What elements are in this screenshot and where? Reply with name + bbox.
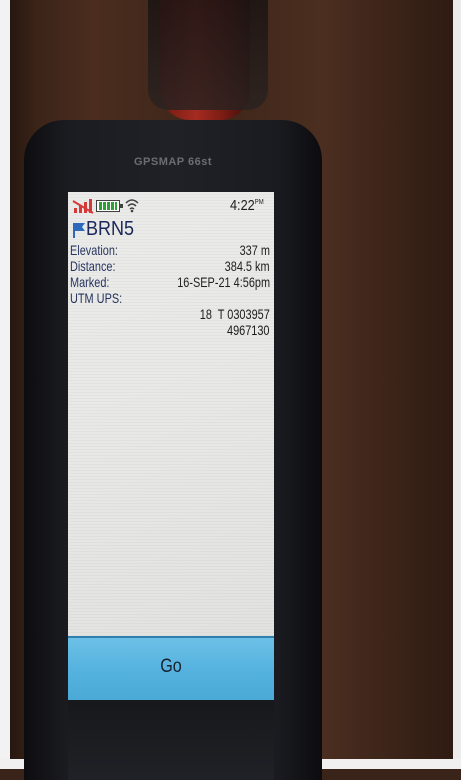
distance-value: 384.5 km	[225, 258, 270, 274]
utm-line-1: 18 T 0303957	[70, 306, 270, 322]
no-signal-icon	[72, 199, 94, 214]
marked-value: 16-SEP-21 4:56pm	[177, 274, 270, 290]
clock-time: 4:22	[230, 197, 256, 214]
elevation-value: 337 m	[239, 242, 270, 258]
utm-easting: 18 T 0303957	[199, 306, 270, 322]
distance-row: Distance: 384.5 km	[70, 258, 270, 274]
clock: 4:22PM	[230, 197, 264, 214]
utm-line-2: 4967130	[70, 322, 270, 338]
wifi-icon	[125, 199, 139, 213]
utm-row: UTM UPS:	[70, 290, 270, 306]
clock-suffix: PM	[255, 199, 264, 206]
battery-icon	[96, 200, 123, 212]
photo-border-left	[0, 0, 10, 769]
status-bar: 4:22PM	[68, 192, 274, 218]
elevation-label: Elevation:	[70, 242, 118, 258]
go-button-label: Go	[160, 656, 182, 677]
marked-label: Marked:	[70, 274, 110, 290]
go-button[interactable]: Go	[68, 636, 274, 700]
waypoint-name: BRN5	[86, 218, 135, 240]
carabiner-clip	[148, 0, 268, 110]
waypoint-flag-icon	[73, 223, 85, 238]
device-screen: 4:22PM BRN5 Elevation: 337 m Distance: 3…	[68, 192, 274, 700]
gps-device: GPSMAP 66st 4:22PM BRN5 Elevation: 337 m…	[24, 120, 322, 780]
device-model-label: GPSMAP 66st	[133, 156, 213, 168]
distance-label: Distance:	[70, 258, 116, 274]
elevation-row: Elevation: 337 m	[70, 242, 270, 258]
utm-label: UTM UPS:	[70, 290, 123, 306]
photo-border-right	[453, 0, 461, 769]
utm-northing: 4967130	[227, 322, 270, 338]
marked-row: Marked: 16-SEP-21 4:56pm	[70, 274, 270, 290]
device-bottom-bezel	[68, 700, 274, 780]
waypoint-details: Elevation: 337 m Distance: 384.5 km Mark…	[70, 242, 270, 338]
